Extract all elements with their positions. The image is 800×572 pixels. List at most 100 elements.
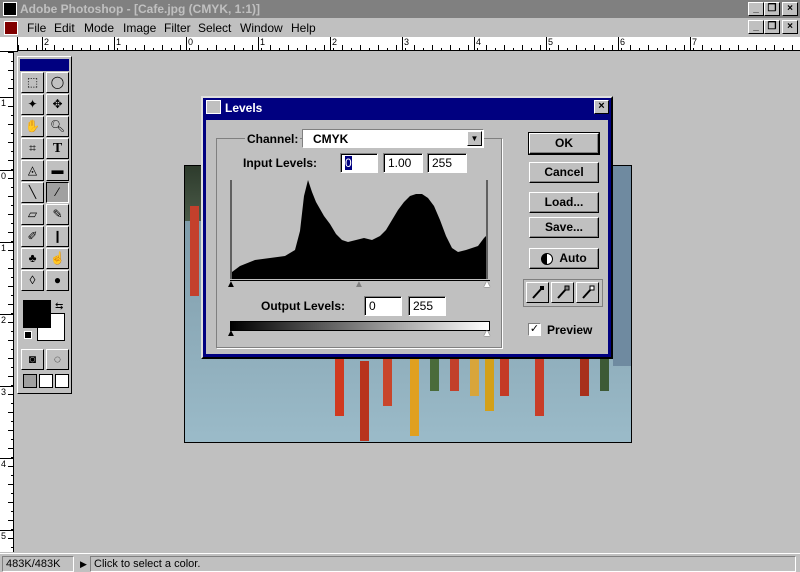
black-eyedropper-button[interactable]	[526, 282, 549, 303]
hand-tool-button[interactable]: ✋	[21, 116, 44, 137]
rubber-stamp-tool-button[interactable]: ♣	[21, 248, 44, 269]
toolbox-palette: ⬚ ◯ ✦ ✥ ✋ 🔍︎ ⌗ T ◬ ▬ ╲ ⁄ ▱ ✎ ✐ ❙ ♣ ☝ ◊ ● ⇆ ◙ ◌	[17, 56, 72, 394]
channel-select[interactable]: CMYK ▼	[302, 129, 484, 148]
cancel-button[interactable]: Cancel	[529, 162, 599, 183]
ruler-tick	[11, 511, 13, 512]
menu-select[interactable]: Select	[198, 21, 231, 35]
document-icon[interactable]	[4, 21, 18, 35]
ruler-tick	[8, 466, 13, 467]
menu-file[interactable]: File	[27, 21, 46, 35]
input-black-field[interactable]: 0	[340, 153, 378, 173]
preview-checkbox[interactable]: ✓	[528, 323, 541, 336]
white-eyedropper-button[interactable]	[576, 282, 599, 303]
menu-mode[interactable]: Mode	[84, 21, 114, 35]
ruler-tick	[8, 358, 13, 359]
ruler-tick	[396, 45, 397, 50]
dialog-close-button[interactable]: ×	[594, 100, 609, 114]
swap-colors-icon[interactable]: ⇆	[55, 301, 63, 312]
marquee-icon: ⬚	[26, 75, 39, 89]
minimize-button[interactable]: _	[748, 2, 764, 16]
menu-window[interactable]: Window	[240, 21, 283, 35]
ruler-tick	[405, 48, 406, 50]
auto-button[interactable]: Auto	[529, 248, 599, 269]
ruler-label: 7	[692, 37, 698, 47]
levels-dialog-title-bar[interactable]: Levels ×	[203, 98, 611, 117]
horizontal-ruler: 2 1 0 1 2 3 4 5 6 7	[18, 37, 800, 51]
input-white-slider[interactable]: ▲	[482, 280, 492, 290]
ruler-tick	[234, 45, 235, 50]
output-white-slider[interactable]: ▲	[482, 329, 492, 339]
paintbrush-tool-button[interactable]: ❙	[46, 226, 69, 247]
output-white-field[interactable]: 255	[408, 296, 446, 316]
crop-tool-button[interactable]: ⌗	[21, 138, 44, 159]
screen-mode-full-menu[interactable]	[39, 374, 53, 388]
ruler-tick	[8, 160, 13, 161]
pencil-tool-button[interactable]: ✎	[46, 204, 69, 225]
ruler-tick	[747, 48, 748, 50]
paint-bucket-tool-button[interactable]: ◬	[21, 160, 44, 181]
ruler-tick	[792, 45, 793, 50]
line-tool-button[interactable]: ╲	[21, 182, 44, 203]
ruler-tick	[81, 48, 82, 50]
airbrush-tool-button[interactable]: ✐	[21, 226, 44, 247]
quick-mask-mode-button[interactable]: ◌	[46, 349, 69, 370]
doc-restore-button[interactable]: ❐	[764, 20, 780, 34]
screen-mode-full[interactable]	[55, 374, 69, 388]
window-title: Adobe Photoshop - [Cafe.jpg (CMYK, 1:1)]	[20, 2, 260, 16]
doc-close-button[interactable]: ×	[782, 20, 798, 34]
move-tool-button[interactable]: ✥	[46, 94, 69, 115]
eraser-tool-button[interactable]: ▱	[21, 204, 44, 225]
restore-button[interactable]: ❐	[764, 2, 780, 16]
ruler-label: 3	[1, 387, 7, 397]
default-colors-icon[interactable]	[24, 331, 32, 339]
output-black-field[interactable]: 0	[364, 296, 402, 316]
load-button[interactable]: Load...	[529, 192, 599, 213]
chevron-down-icon[interactable]: ▼	[467, 131, 482, 146]
input-gamma-slider[interactable]: ▲	[354, 280, 364, 290]
window-title-bar: Adobe Photoshop - [Cafe.jpg (CMYK, 1:1)]…	[0, 0, 800, 18]
menu-filter[interactable]: Filter	[164, 21, 191, 35]
lasso-tool-button[interactable]: ◯	[46, 72, 69, 93]
ruler-tick	[8, 376, 13, 377]
ok-button[interactable]: OK	[528, 132, 600, 155]
ruler-tick	[8, 502, 13, 503]
gray-eyedropper-button[interactable]	[551, 282, 574, 303]
ruler-tick	[11, 547, 13, 548]
toolbox-title-bar[interactable]	[20, 59, 69, 71]
ruler-tick	[441, 48, 442, 50]
standard-mode-button[interactable]: ◙	[21, 349, 44, 370]
ruler-major-tick	[42, 37, 43, 50]
ruler-tick	[11, 115, 13, 116]
gray-eyedropper-icon	[557, 285, 570, 299]
magic-wand-tool-button[interactable]: ✦	[21, 94, 44, 115]
marquee-tool-button[interactable]: ⬚	[21, 72, 44, 93]
blur-tool-button[interactable]: ◊	[21, 270, 44, 291]
ruler-tick	[243, 48, 244, 50]
menu-edit[interactable]: Edit	[54, 21, 75, 35]
output-black-slider[interactable]: ▲	[226, 329, 236, 339]
input-white-field[interactable]: 255	[427, 153, 467, 173]
input-gamma-field[interactable]: 1.00	[383, 153, 423, 173]
blur-icon: ◊	[29, 273, 36, 287]
type-tool-button[interactable]: T	[46, 138, 69, 159]
smudge-tool-button[interactable]: ☝	[46, 248, 69, 269]
screen-mode-standard[interactable]	[23, 374, 37, 388]
save-button[interactable]: Save...	[529, 217, 599, 238]
status-arrow-icon[interactable]: ▶	[80, 559, 87, 570]
ruler-tick	[11, 277, 13, 278]
menu-image[interactable]: Image	[123, 21, 156, 35]
close-button[interactable]: ×	[782, 2, 798, 16]
photoshop-app-icon[interactable]	[3, 2, 17, 16]
ruler-label: 6	[620, 37, 626, 47]
ruler-label: 1	[260, 37, 266, 47]
menu-help[interactable]: Help	[291, 21, 316, 35]
input-black-slider[interactable]: ▲	[226, 280, 236, 290]
eyedropper-tool-button[interactable]: ⁄	[46, 182, 69, 203]
zoom-tool-button[interactable]: 🔍︎	[46, 116, 69, 137]
doc-minimize-button[interactable]: _	[748, 20, 764, 34]
ruler-tick	[468, 45, 469, 50]
gradient-tool-button[interactable]: ▬	[46, 160, 69, 181]
dodge-tool-button[interactable]: ●	[46, 270, 69, 291]
doc-size-readout[interactable]: 483K/483K	[2, 556, 74, 572]
ruler-tick	[63, 48, 64, 50]
